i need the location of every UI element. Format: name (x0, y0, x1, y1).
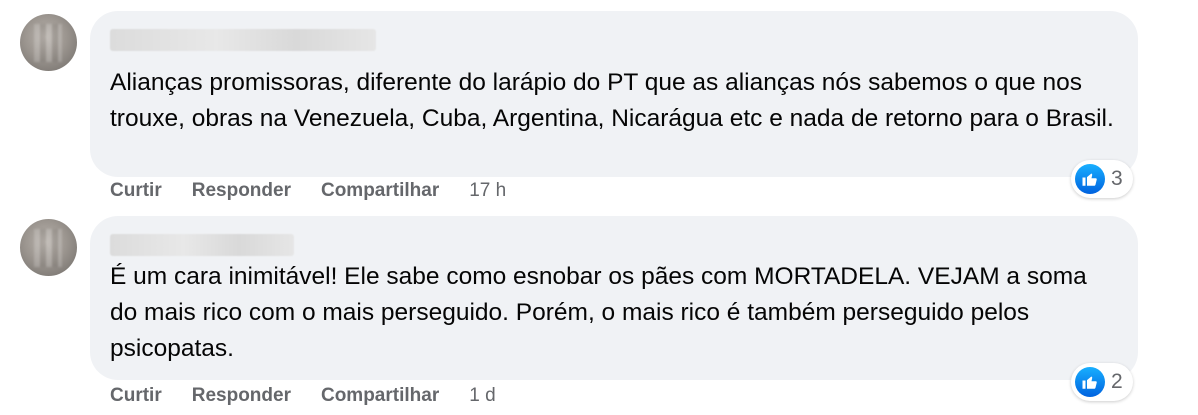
author-name-redacted[interactable] (110, 29, 376, 51)
reply-button[interactable]: Responder (192, 180, 291, 202)
comment-bubble: Alianças promissoras, diferente do laráp… (90, 11, 1138, 177)
reaction-summary[interactable]: 3 (1071, 160, 1133, 198)
like-icon (1075, 164, 1105, 194)
author-name-redacted[interactable] (110, 234, 294, 256)
timestamp[interactable]: 1 d (469, 385, 495, 407)
comment-bubble: É um cara inimitável! Ele sabe como esno… (90, 216, 1138, 380)
reply-button[interactable]: Responder (192, 385, 291, 407)
comment-text: Alianças promissoras, diferente do laráp… (110, 69, 1114, 132)
like-button[interactable]: Curtir (110, 385, 162, 407)
avatar[interactable] (20, 14, 77, 71)
timestamp[interactable]: 17 h (469, 180, 506, 202)
reaction-count: 2 (1111, 370, 1123, 393)
share-button[interactable]: Compartilhar (321, 180, 439, 202)
comment-actions: Curtir Responder Compartilhar 17 h (110, 180, 506, 202)
share-button[interactable]: Compartilhar (321, 385, 439, 407)
reaction-count: 3 (1111, 167, 1123, 190)
like-button[interactable]: Curtir (110, 180, 162, 202)
reaction-summary[interactable]: 2 (1071, 363, 1133, 401)
like-icon (1075, 367, 1105, 397)
comment-text: É um cara inimitável! Ele sabe como esno… (110, 263, 1087, 362)
comment-actions: Curtir Responder Compartilhar 1 d (110, 385, 496, 407)
avatar[interactable] (20, 219, 77, 276)
